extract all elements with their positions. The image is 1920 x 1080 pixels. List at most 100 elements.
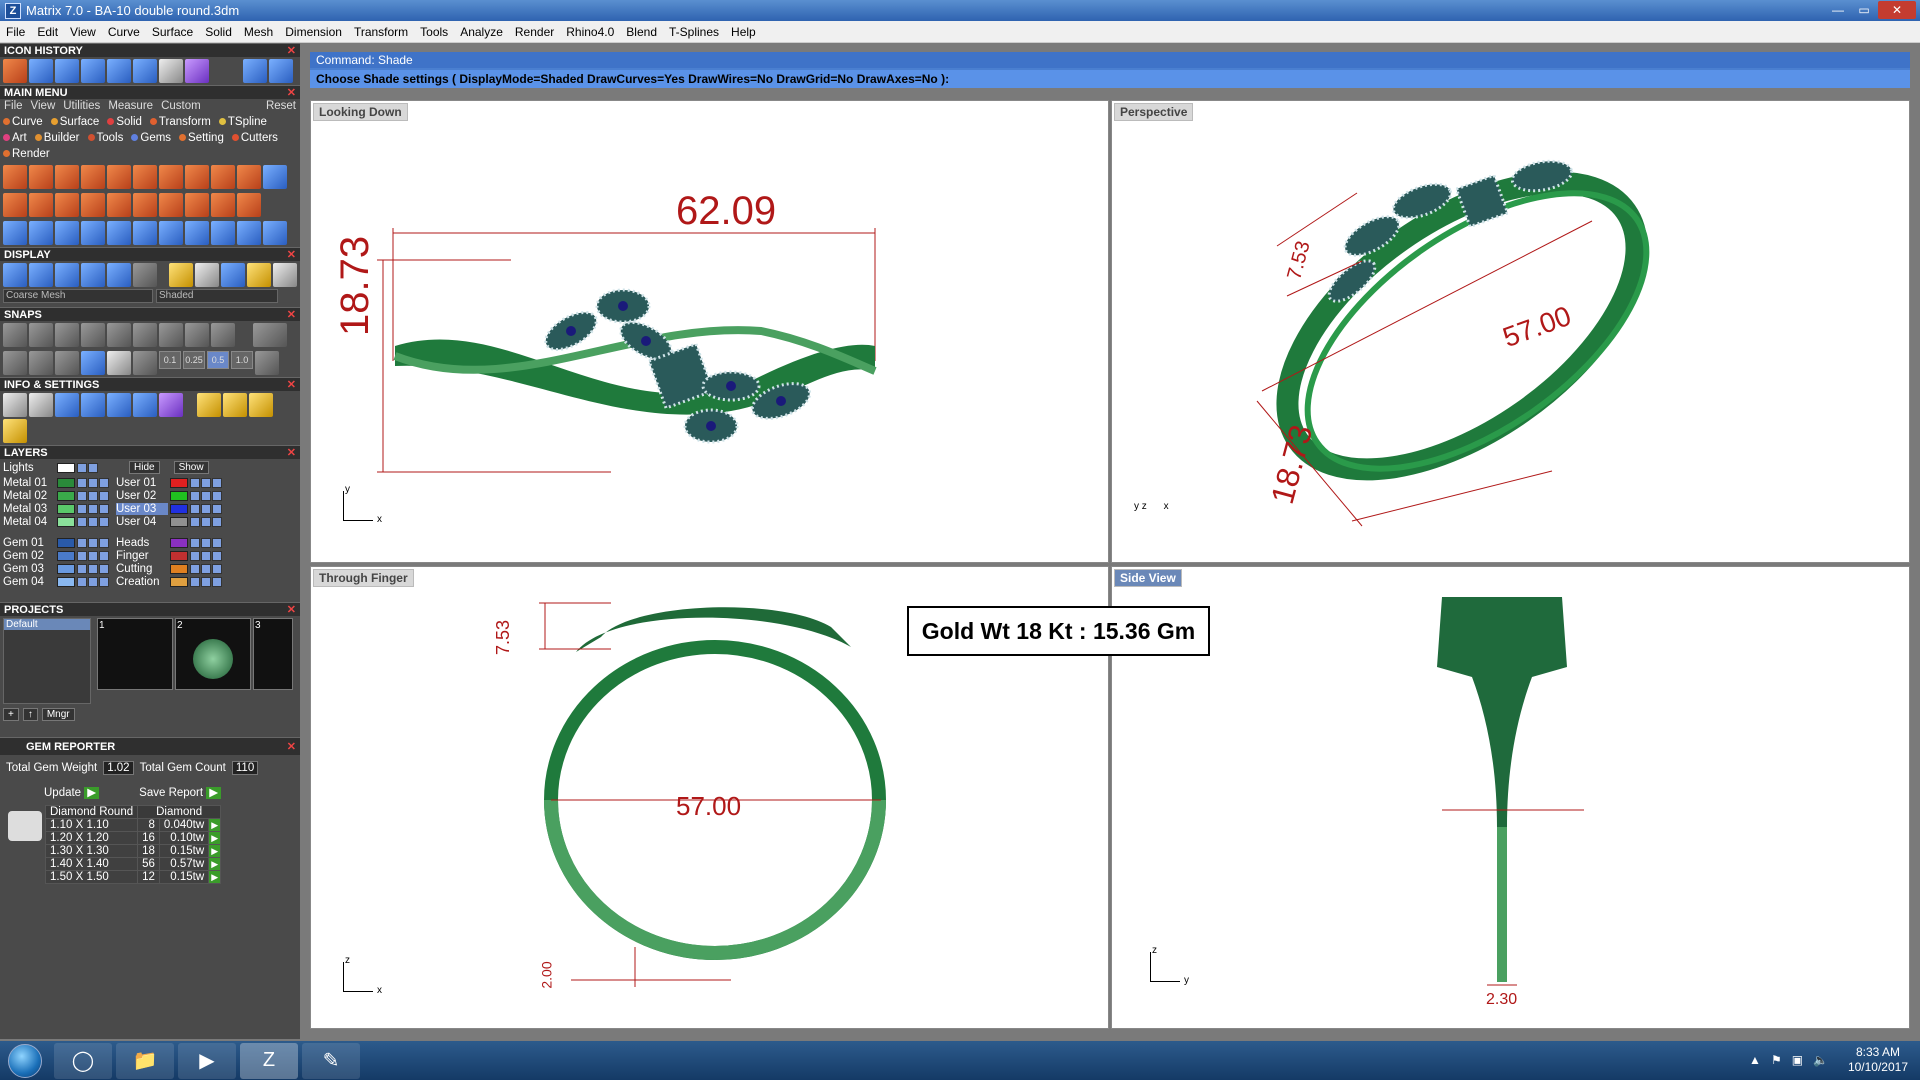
layer-toggle[interactable] [77, 462, 87, 473]
grid-icon[interactable] [255, 351, 279, 375]
layer-toggle[interactable] [190, 503, 200, 514]
snap-icon[interactable] [29, 323, 53, 347]
layer-toggle[interactable] [201, 516, 211, 527]
info-icon[interactable] [133, 393, 157, 417]
tool-icon[interactable] [55, 193, 79, 217]
history-tool-icon[interactable] [185, 59, 209, 83]
mesh-dropdown[interactable]: Coarse Mesh [3, 289, 153, 303]
maximize-button[interactable]: ▭ [1852, 1, 1876, 19]
close-icon[interactable]: ✕ [287, 248, 296, 262]
search-icon[interactable] [29, 393, 53, 417]
category-render[interactable]: Render [3, 146, 54, 162]
shading-dropdown[interactable]: Shaded [156, 289, 278, 303]
layer-toggle[interactable] [77, 503, 87, 514]
tool-icon[interactable] [185, 221, 209, 245]
layer-toggle[interactable] [201, 563, 211, 574]
menu-rhino4-0[interactable]: Rhino4.0 [560, 25, 620, 39]
layer-toggle[interactable] [201, 477, 211, 488]
info-icon[interactable] [3, 393, 27, 417]
move-icon[interactable] [107, 221, 131, 245]
layer-toggle[interactable] [88, 563, 98, 574]
menu-view[interactable]: View [64, 25, 102, 39]
snap-icon[interactable] [55, 323, 79, 347]
layer-color-swatch[interactable] [57, 576, 75, 587]
main-menu-utilities[interactable]: Utilities [63, 100, 100, 112]
up-project-button[interactable]: ↑ [22, 708, 38, 721]
gem-select-icon[interactable]: ▶ [208, 870, 222, 884]
category-art[interactable]: Art [3, 130, 31, 146]
layer-toggle[interactable] [212, 537, 222, 548]
snap-icon[interactable] [159, 323, 183, 347]
layer-color-swatch[interactable] [170, 477, 188, 488]
display-icon[interactable] [3, 263, 27, 287]
display-icon[interactable] [133, 263, 157, 287]
main-menu-custom[interactable]: Custom [161, 100, 201, 112]
project-default[interactable]: Default [4, 619, 90, 630]
layer-row[interactable]: Gem 02 [3, 549, 110, 562]
category-gems[interactable]: Gems [131, 130, 175, 146]
layer-toggle[interactable] [88, 576, 98, 587]
close-icon[interactable]: ✕ [287, 44, 296, 58]
layer-row[interactable]: Metal 03 [3, 502, 110, 515]
snap-icon[interactable] [29, 351, 53, 375]
layer-row[interactable]: Metal 01 [3, 476, 110, 489]
project-thumb[interactable]: 1 [97, 618, 173, 690]
layer-toggle[interactable] [212, 490, 222, 501]
display-icon[interactable] [247, 263, 271, 287]
close-icon[interactable]: ✕ [287, 86, 296, 100]
gem-select-icon[interactable]: ▶ [208, 844, 222, 858]
layer-color-swatch[interactable] [57, 563, 75, 574]
info-icon[interactable] [197, 393, 221, 417]
layer-toggle[interactable] [212, 550, 222, 561]
layer-toggle[interactable] [190, 576, 200, 587]
viewport-looking-down[interactable]: Looking Down 62.09 18.73 y x [310, 100, 1109, 563]
layer-color-swatch[interactable] [57, 477, 75, 488]
tool-icon[interactable] [133, 193, 157, 217]
layer-toggle[interactable] [212, 576, 222, 587]
tool-icon[interactable] [185, 165, 209, 189]
internet-explorer-icon[interactable]: ◯ [54, 1042, 112, 1079]
layer-row[interactable]: Heads [116, 536, 223, 549]
display-icon[interactable] [195, 263, 219, 287]
tool-icon[interactable] [211, 165, 235, 189]
layer-color-swatch[interactable] [57, 550, 75, 561]
menu-dimension[interactable]: Dimension [279, 25, 348, 39]
history-tool-icon[interactable] [29, 59, 53, 83]
close-icon[interactable]: ✕ [287, 603, 296, 617]
project-thumb[interactable]: 3 [253, 618, 293, 690]
snap-value-0.1[interactable]: 0.1 [159, 351, 181, 369]
layer-row[interactable]: User 03 [116, 502, 223, 515]
menu-tools[interactable]: Tools [414, 25, 454, 39]
category-curve[interactable]: Curve [3, 114, 47, 130]
layer-toggle[interactable] [201, 550, 211, 561]
layer-toggle[interactable] [99, 490, 109, 501]
gem-row[interactable]: 1.20 X 1.20 16 0.10tw ▶ [44, 831, 222, 845]
tool-icon[interactable] [81, 165, 105, 189]
main-menu-view[interactable]: View [31, 100, 56, 112]
layer-toggle[interactable] [88, 490, 98, 501]
layer-color-swatch[interactable] [57, 503, 75, 514]
layer-row[interactable]: Gem 04 [3, 575, 110, 588]
update-button[interactable]: Update ▶ [44, 785, 100, 799]
display-icon[interactable] [55, 263, 79, 287]
layer-toggle[interactable] [190, 490, 200, 501]
close-icon[interactable]: ✕ [287, 738, 296, 756]
layer-toggle[interactable] [190, 563, 200, 574]
display-icon[interactable] [81, 263, 105, 287]
flag-icon[interactable]: ⚑ [1771, 1053, 1782, 1067]
layer-row[interactable]: User 04 [116, 515, 223, 528]
tool-icon[interactable] [81, 193, 105, 217]
layer-toggle[interactable] [88, 462, 98, 473]
layer-toggle[interactable] [88, 550, 98, 561]
tool-icon[interactable] [29, 165, 53, 189]
layer-toggle[interactable] [190, 537, 200, 548]
history-tool-icon[interactable] [3, 59, 27, 83]
layer-toggle[interactable] [190, 550, 200, 561]
layer-toggle[interactable] [201, 503, 211, 514]
tool-icon[interactable] [237, 165, 261, 189]
layer-color-swatch[interactable] [170, 537, 188, 548]
category-surface[interactable]: Surface [50, 114, 104, 130]
category-solid[interactable]: Solid [107, 114, 146, 130]
history-tool-icon[interactable] [133, 59, 157, 83]
snap-icon[interactable] [55, 351, 79, 375]
